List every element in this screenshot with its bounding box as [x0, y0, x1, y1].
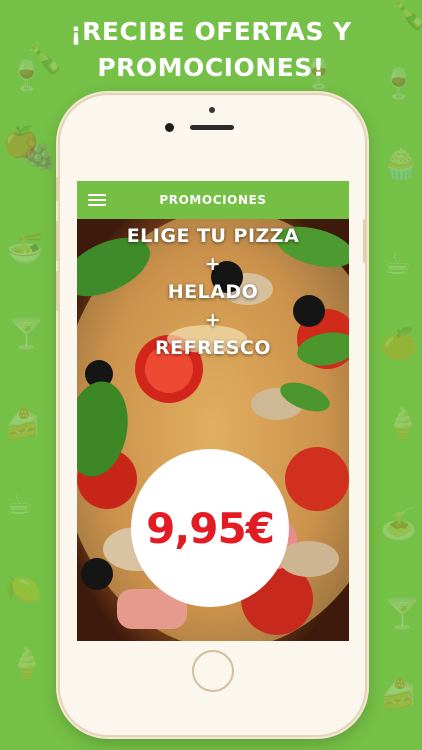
promo-line-1: ELIGE TU PIZZA: [126, 225, 300, 247]
ice-cream-icon: 🍦: [384, 407, 422, 442]
promo-line-3: REFRESCO: [155, 337, 271, 359]
citrus-slice-icon: 🍊: [380, 327, 418, 362]
phone-volume-up: [56, 221, 59, 261]
coffee-cup-icon: ☕: [384, 247, 411, 282]
price-label: 9,95€: [146, 503, 275, 553]
pasta-bowl-icon: 🍜: [6, 232, 44, 267]
app-screen: PROMOCIONES ELIGE TU PIZZA + HELADO + RE…: [77, 181, 349, 641]
app-bar: PROMOCIONES: [77, 181, 349, 219]
ice-cream-icon: 🍦: [8, 647, 46, 682]
headline-line-1: ¡RECIBE OFERTAS Y: [70, 17, 352, 46]
promo-plus-1: +: [204, 253, 222, 275]
cupcake-icon: 🧁: [382, 147, 420, 182]
earpiece-speaker: [190, 125, 234, 130]
hamburger-menu-icon[interactable]: [88, 194, 106, 206]
cocktail-icon: 🍸: [8, 317, 46, 352]
app-bar-title: PROMOCIONES: [159, 193, 267, 207]
home-button[interactable]: [192, 650, 234, 692]
cake-icon: 🍰: [4, 407, 42, 442]
citrus-slice-icon: 🍋: [4, 572, 42, 607]
cocktail-icon: 🍸: [384, 597, 422, 632]
pasta-bowl-icon: 🍝: [380, 507, 418, 542]
phone-side-button: [56, 177, 59, 201]
headline-line-2: PROMOCIONES!: [97, 53, 325, 82]
price-badge: 9,95€: [131, 449, 289, 607]
cake-icon: 🍰: [380, 677, 418, 712]
promo-plus-2: +: [204, 309, 222, 331]
headline: ¡RECIBE OFERTAS Y PROMOCIONES!: [0, 14, 422, 86]
apple-icon: 🍎: [2, 125, 40, 160]
pizza-image: ELIGE TU PIZZA + HELADO + REFRESCO 9,95€: [77, 209, 349, 641]
coffee-cup-icon: ☕: [6, 487, 33, 522]
phone-volume-down: [56, 271, 59, 311]
front-camera: [165, 123, 174, 132]
phone-power-button: [363, 219, 366, 263]
phone-frame: PROMOCIONES ELIGE TU PIZZA + HELADO + RE…: [56, 95, 366, 735]
proximity-sensor: [209, 107, 215, 113]
promo-line-2: HELADO: [167, 281, 259, 303]
